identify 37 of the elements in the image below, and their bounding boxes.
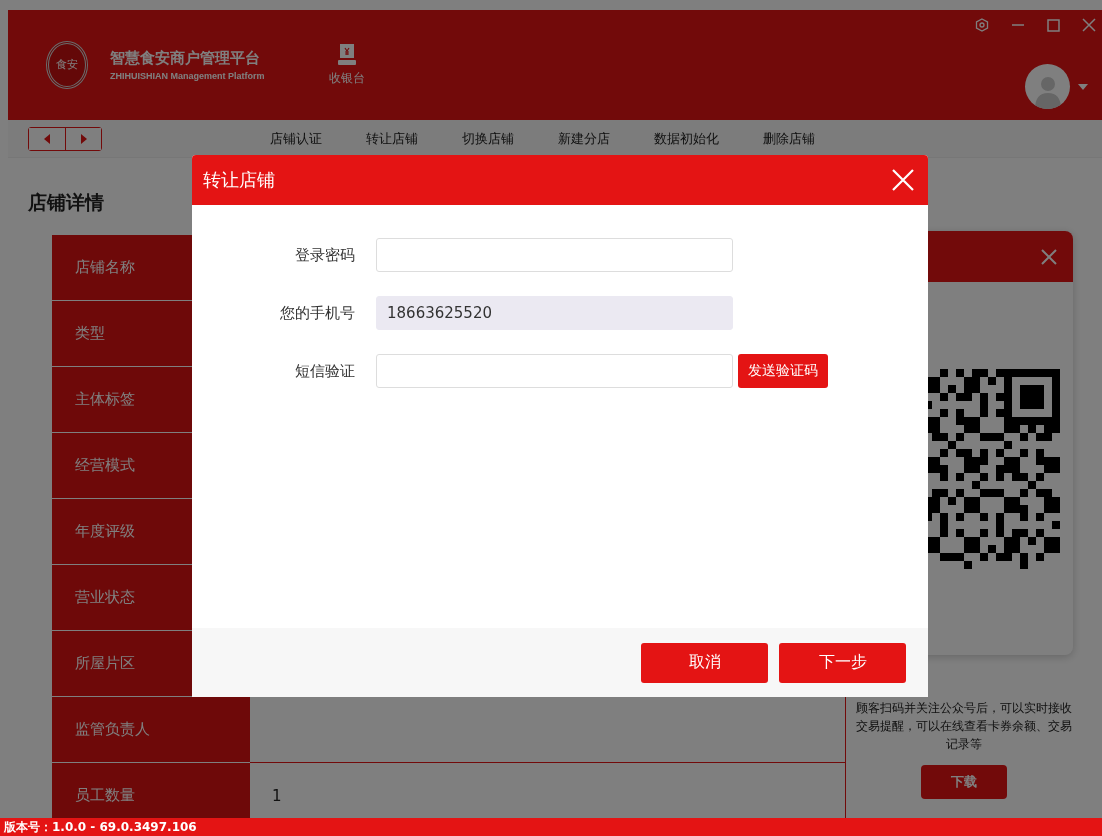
detail-value: 1 (272, 786, 282, 805)
app-title: 智慧食安商户管理平台 (110, 49, 261, 68)
qr-description: 顾客扫码并关注公众号后，可以实时接收交易提醒，可以在线查看卡券余额、交易记录等 (855, 700, 1073, 753)
field-label: 您的手机号 (279, 303, 355, 323)
close-icon[interactable] (892, 169, 914, 191)
dialog-title: 转让店铺 (203, 168, 275, 192)
version-status-bar: 版本号：1.0.0 - 69.0.3497.106 (0, 818, 1102, 836)
toolbar-action[interactable]: 删除店铺 (741, 129, 837, 148)
send-code-button[interactable]: 发送验证码 (738, 354, 828, 388)
field-label: 登录密码 (294, 245, 355, 265)
toolbar-action[interactable]: 切换店铺 (440, 129, 536, 148)
download-button[interactable]: 下载 (921, 765, 1007, 799)
password-field[interactable] (376, 238, 733, 272)
right-triangle-icon (80, 133, 87, 144)
phone-field: 18663625520 (376, 296, 733, 330)
toolbar-action[interactable]: 数据初始化 (632, 129, 741, 148)
cashier-button[interactable]: 收银台 (324, 39, 369, 91)
maximize-icon[interactable] (1047, 18, 1060, 32)
detail-label: 监管负责人 (52, 697, 250, 763)
page-title: 店铺详情 (27, 190, 104, 215)
toolbar-action[interactable]: 新建分店 (536, 129, 632, 148)
forward-button[interactable] (65, 127, 101, 150)
next-button[interactable]: 下一步 (779, 642, 906, 683)
close-icon[interactable] (1082, 18, 1096, 32)
caret-icon[interactable] (1078, 83, 1088, 90)
cancel-button[interactable]: 取消 (641, 642, 768, 683)
logo-emblem: 食安 (46, 41, 88, 89)
settings-icon[interactable] (975, 18, 989, 32)
monitor-icon (337, 43, 356, 66)
sms-code-field[interactable] (376, 354, 733, 388)
close-icon[interactable] (1041, 248, 1057, 265)
app-subtitle: ZHIHUISHIAN Management Platform (110, 71, 265, 81)
toolbar-action[interactable]: 店铺认证 (248, 129, 344, 148)
toolbar-action[interactable]: 转让店铺 (344, 129, 440, 148)
left-triangle-icon (44, 133, 50, 144)
field-label: 短信验证 (294, 361, 355, 381)
avatar[interactable] (1025, 64, 1070, 109)
